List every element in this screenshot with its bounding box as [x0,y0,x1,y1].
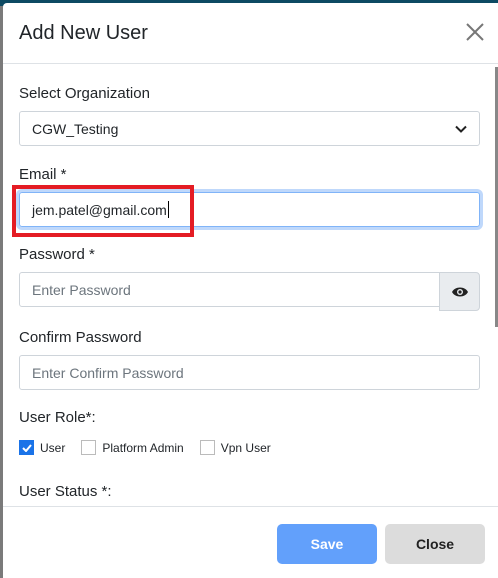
modal-header: Add New User [3,3,498,64]
modal-body: Select Organization CGW_Testing Email * … [3,65,498,507]
save-button[interactable]: Save [277,524,377,564]
organization-select[interactable]: CGW_Testing [19,111,480,146]
role-vpn-user[interactable]: Vpn User [199,440,271,455]
eye-icon [451,287,468,296]
show-password-button[interactable] [439,272,480,311]
role-platform-admin-label: Platform Admin [102,440,184,455]
org-label: Select Organization [19,85,150,102]
chevron-down-icon [455,125,467,133]
role-label: User Role*: [19,409,96,426]
close-icon[interactable] [462,19,488,45]
checkbox-icon[interactable] [199,440,215,455]
add-user-modal: Add New User Select Organization CGW_Tes… [3,3,498,578]
close-button[interactable]: Close [385,524,485,564]
modal-title: Add New User [19,22,148,44]
role-options: User Platform Admin Vpn User [19,440,287,455]
password-placeholder: Enter Password [32,281,131,298]
role-vpn-user-label: Vpn User [220,440,271,455]
checkbox-icon[interactable] [81,440,97,455]
password-field[interactable]: Enter Password [19,272,440,307]
email-label: Email * [19,166,67,183]
org-value: CGW_Testing [32,120,119,137]
confirm-label: Confirm Password [19,329,142,346]
checkbox-checked-icon[interactable] [19,440,34,455]
password-label: Password * [19,246,95,263]
status-label: User Status *: [19,483,112,500]
confirm-password-field[interactable]: Enter Confirm Password [19,355,480,390]
role-user[interactable]: User [19,440,65,455]
role-platform-admin[interactable]: Platform Admin [81,440,184,455]
role-user-label: User [40,440,66,455]
confirm-placeholder: Enter Confirm Password [32,364,184,381]
highlight-box [12,185,194,237]
